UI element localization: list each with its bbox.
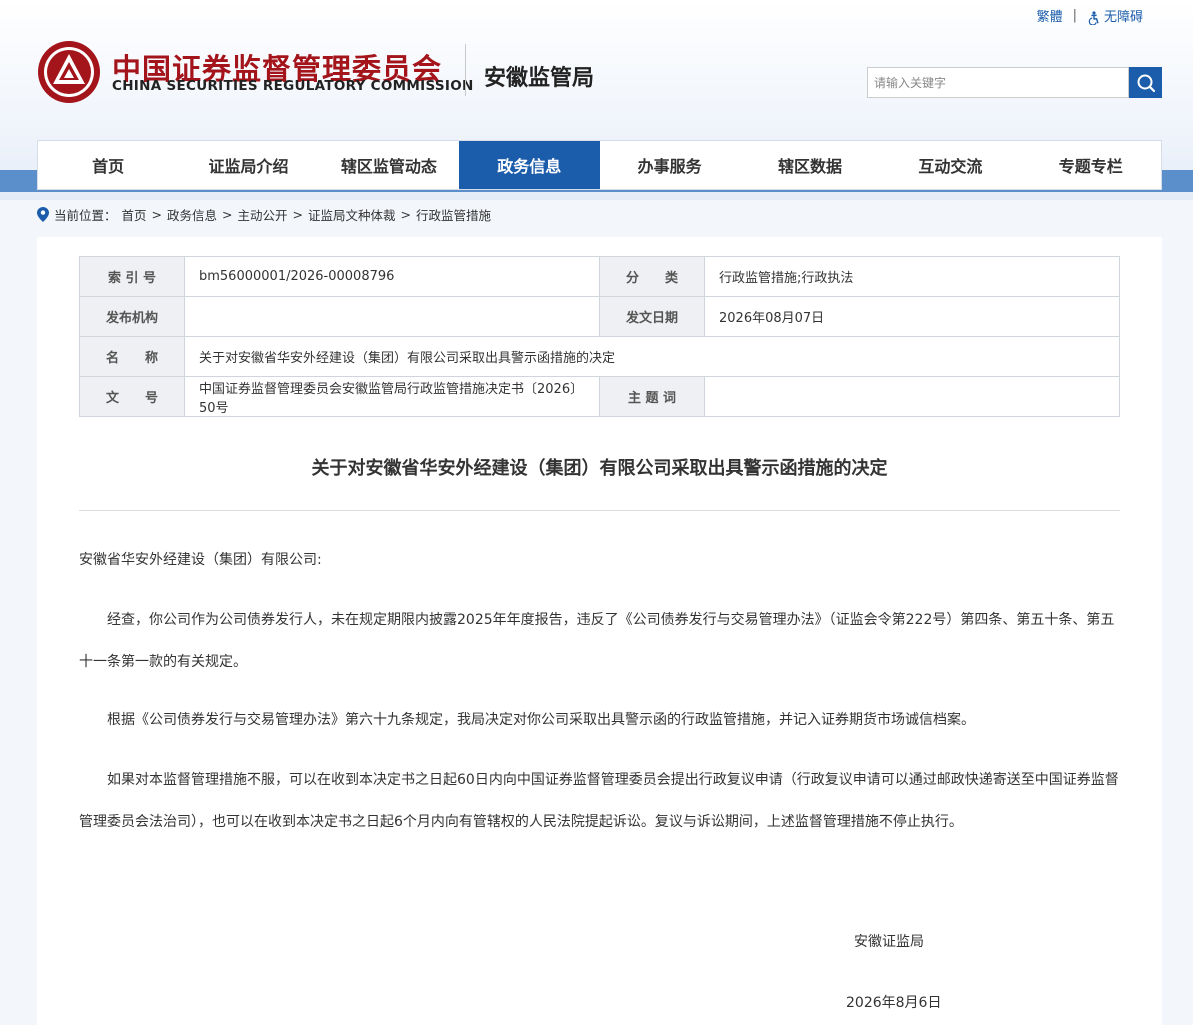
breadcrumb: 当前位置： 首页 > 政务信息 > 主动公开 > 证监局文种体裁 > 行政监管措… [37, 205, 491, 224]
keywords-label: 主 题 词 [599, 376, 705, 417]
top-links-separator: | [1072, 8, 1077, 23]
accessibility-link[interactable]: 无障碍 [1087, 6, 1143, 25]
publisher-label: 发布机构 [79, 296, 185, 337]
nav-special-topics[interactable]: 专题专栏 [1021, 141, 1161, 189]
breadcrumb-government-info[interactable]: 政务信息 [167, 205, 217, 224]
table-row: 发布机构 发文日期 2026年08月07日 [79, 296, 1120, 337]
content-panel: 索 引 号 bm56000001/2026-00008796 分 类 行政监管措… [37, 237, 1162, 1025]
document-number-label: 文 号 [79, 376, 185, 417]
breadcrumb-admin-measures[interactable]: 行政监管措施 [416, 205, 491, 224]
category-label: 分 类 [599, 256, 705, 297]
breadcrumb-home[interactable]: 首页 [122, 205, 147, 224]
breadcrumb-prefix: 当前位置： [54, 208, 117, 223]
document-salutation: 安徽省华安外经建设（集团）有限公司: [79, 552, 322, 568]
table-row: 索 引 号 bm56000001/2026-00008796 分 类 行政监管措… [79, 256, 1120, 297]
category-value: 行政监管措施;行政执法 [704, 256, 1120, 297]
site-title-en: CHINA SECURITIES REGULATORY COMMISSION [112, 78, 474, 94]
document-paragraph-1: 经查，你公司作为公司债券发行人，未在规定期限内披露2025年年度报告，违反了《公… [79, 612, 1115, 670]
nav-bureau-intro[interactable]: 证监局介绍 [178, 141, 318, 189]
nav-government-info[interactable]: 政务信息 [459, 141, 600, 189]
csrc-logo-icon[interactable] [37, 40, 101, 104]
bureau-name: 安徽监管局 [484, 66, 595, 91]
index-number-value: bm56000001/2026-00008796 [184, 256, 600, 297]
name-value: 关于对安徽省华安外经建设（集团）有限公司采取出具警示函措施的决定 [184, 336, 1120, 377]
document-sign-date: 2026年8月6日 [846, 995, 942, 1011]
document-number-value: 中国证券监督管理委员会安徽监管局行政监管措施决定书〔2026〕50号 [184, 376, 600, 417]
location-pin-icon [37, 207, 49, 222]
nav-services[interactable]: 办事服务 [600, 141, 740, 189]
title-divider [79, 510, 1120, 511]
publisher-value [184, 296, 600, 337]
nav-interaction[interactable]: 互动交流 [880, 141, 1020, 189]
accessibility-icon [1088, 10, 1099, 25]
nav-regulation-news[interactable]: 辖区监管动态 [319, 141, 459, 189]
document-signature: 安徽证监局 [854, 934, 924, 950]
breadcrumb-public-disclosure[interactable]: 主动公开 [238, 205, 288, 224]
issue-date-label: 发文日期 [599, 296, 705, 337]
document-paragraph-3: 如果对本监督管理措施不服，可以在收到本决定书之日起60日内向中国证券监督管理委员… [79, 772, 1119, 830]
breadcrumb-separator: > [400, 207, 412, 222]
index-number-label: 索 引 号 [79, 256, 185, 297]
top-links: 繁體 | 无障碍 [1037, 6, 1143, 25]
table-row: 名 称 关于对安徽省华安外经建设（集团）有限公司采取出具警示函措施的决定 [79, 336, 1120, 377]
document-paragraph-2: 根据《公司债券发行与交易管理办法》第六十九条规定，我局决定对你公司采取出具警示函… [79, 712, 975, 728]
issue-date-value: 2026年08月07日 [704, 296, 1120, 337]
header-divider [465, 44, 466, 96]
traditional-chinese-link[interactable]: 繁體 [1037, 6, 1063, 25]
breadcrumb-separator: > [292, 207, 304, 222]
keywords-value [704, 376, 1120, 417]
breadcrumb-document-types[interactable]: 证监局文种体裁 [308, 205, 396, 224]
breadcrumb-separator: > [222, 207, 233, 222]
main-nav: 首页 证监局介绍 辖区监管动态 政务信息 办事服务 辖区数据 互动交流 专题专栏 [37, 140, 1162, 190]
accessibility-label: 无障碍 [1103, 10, 1143, 25]
search-input[interactable] [867, 67, 1129, 98]
table-row: 文 号 中国证券监督管理委员会安徽监管局行政监管措施决定书〔2026〕50号 主… [79, 376, 1120, 417]
document-title: 关于对安徽省华安外经建设（集团）有限公司采取出具警示函措施的决定 [311, 458, 888, 479]
metadata-table: 索 引 号 bm56000001/2026-00008796 分 类 行政监管措… [79, 256, 1120, 417]
name-label: 名 称 [79, 336, 185, 377]
search-button[interactable] [1129, 67, 1162, 98]
breadcrumb-separator: > [151, 207, 163, 222]
nav-data[interactable]: 辖区数据 [740, 141, 880, 189]
search-icon [1137, 74, 1155, 92]
nav-home[interactable]: 首页 [38, 141, 178, 189]
